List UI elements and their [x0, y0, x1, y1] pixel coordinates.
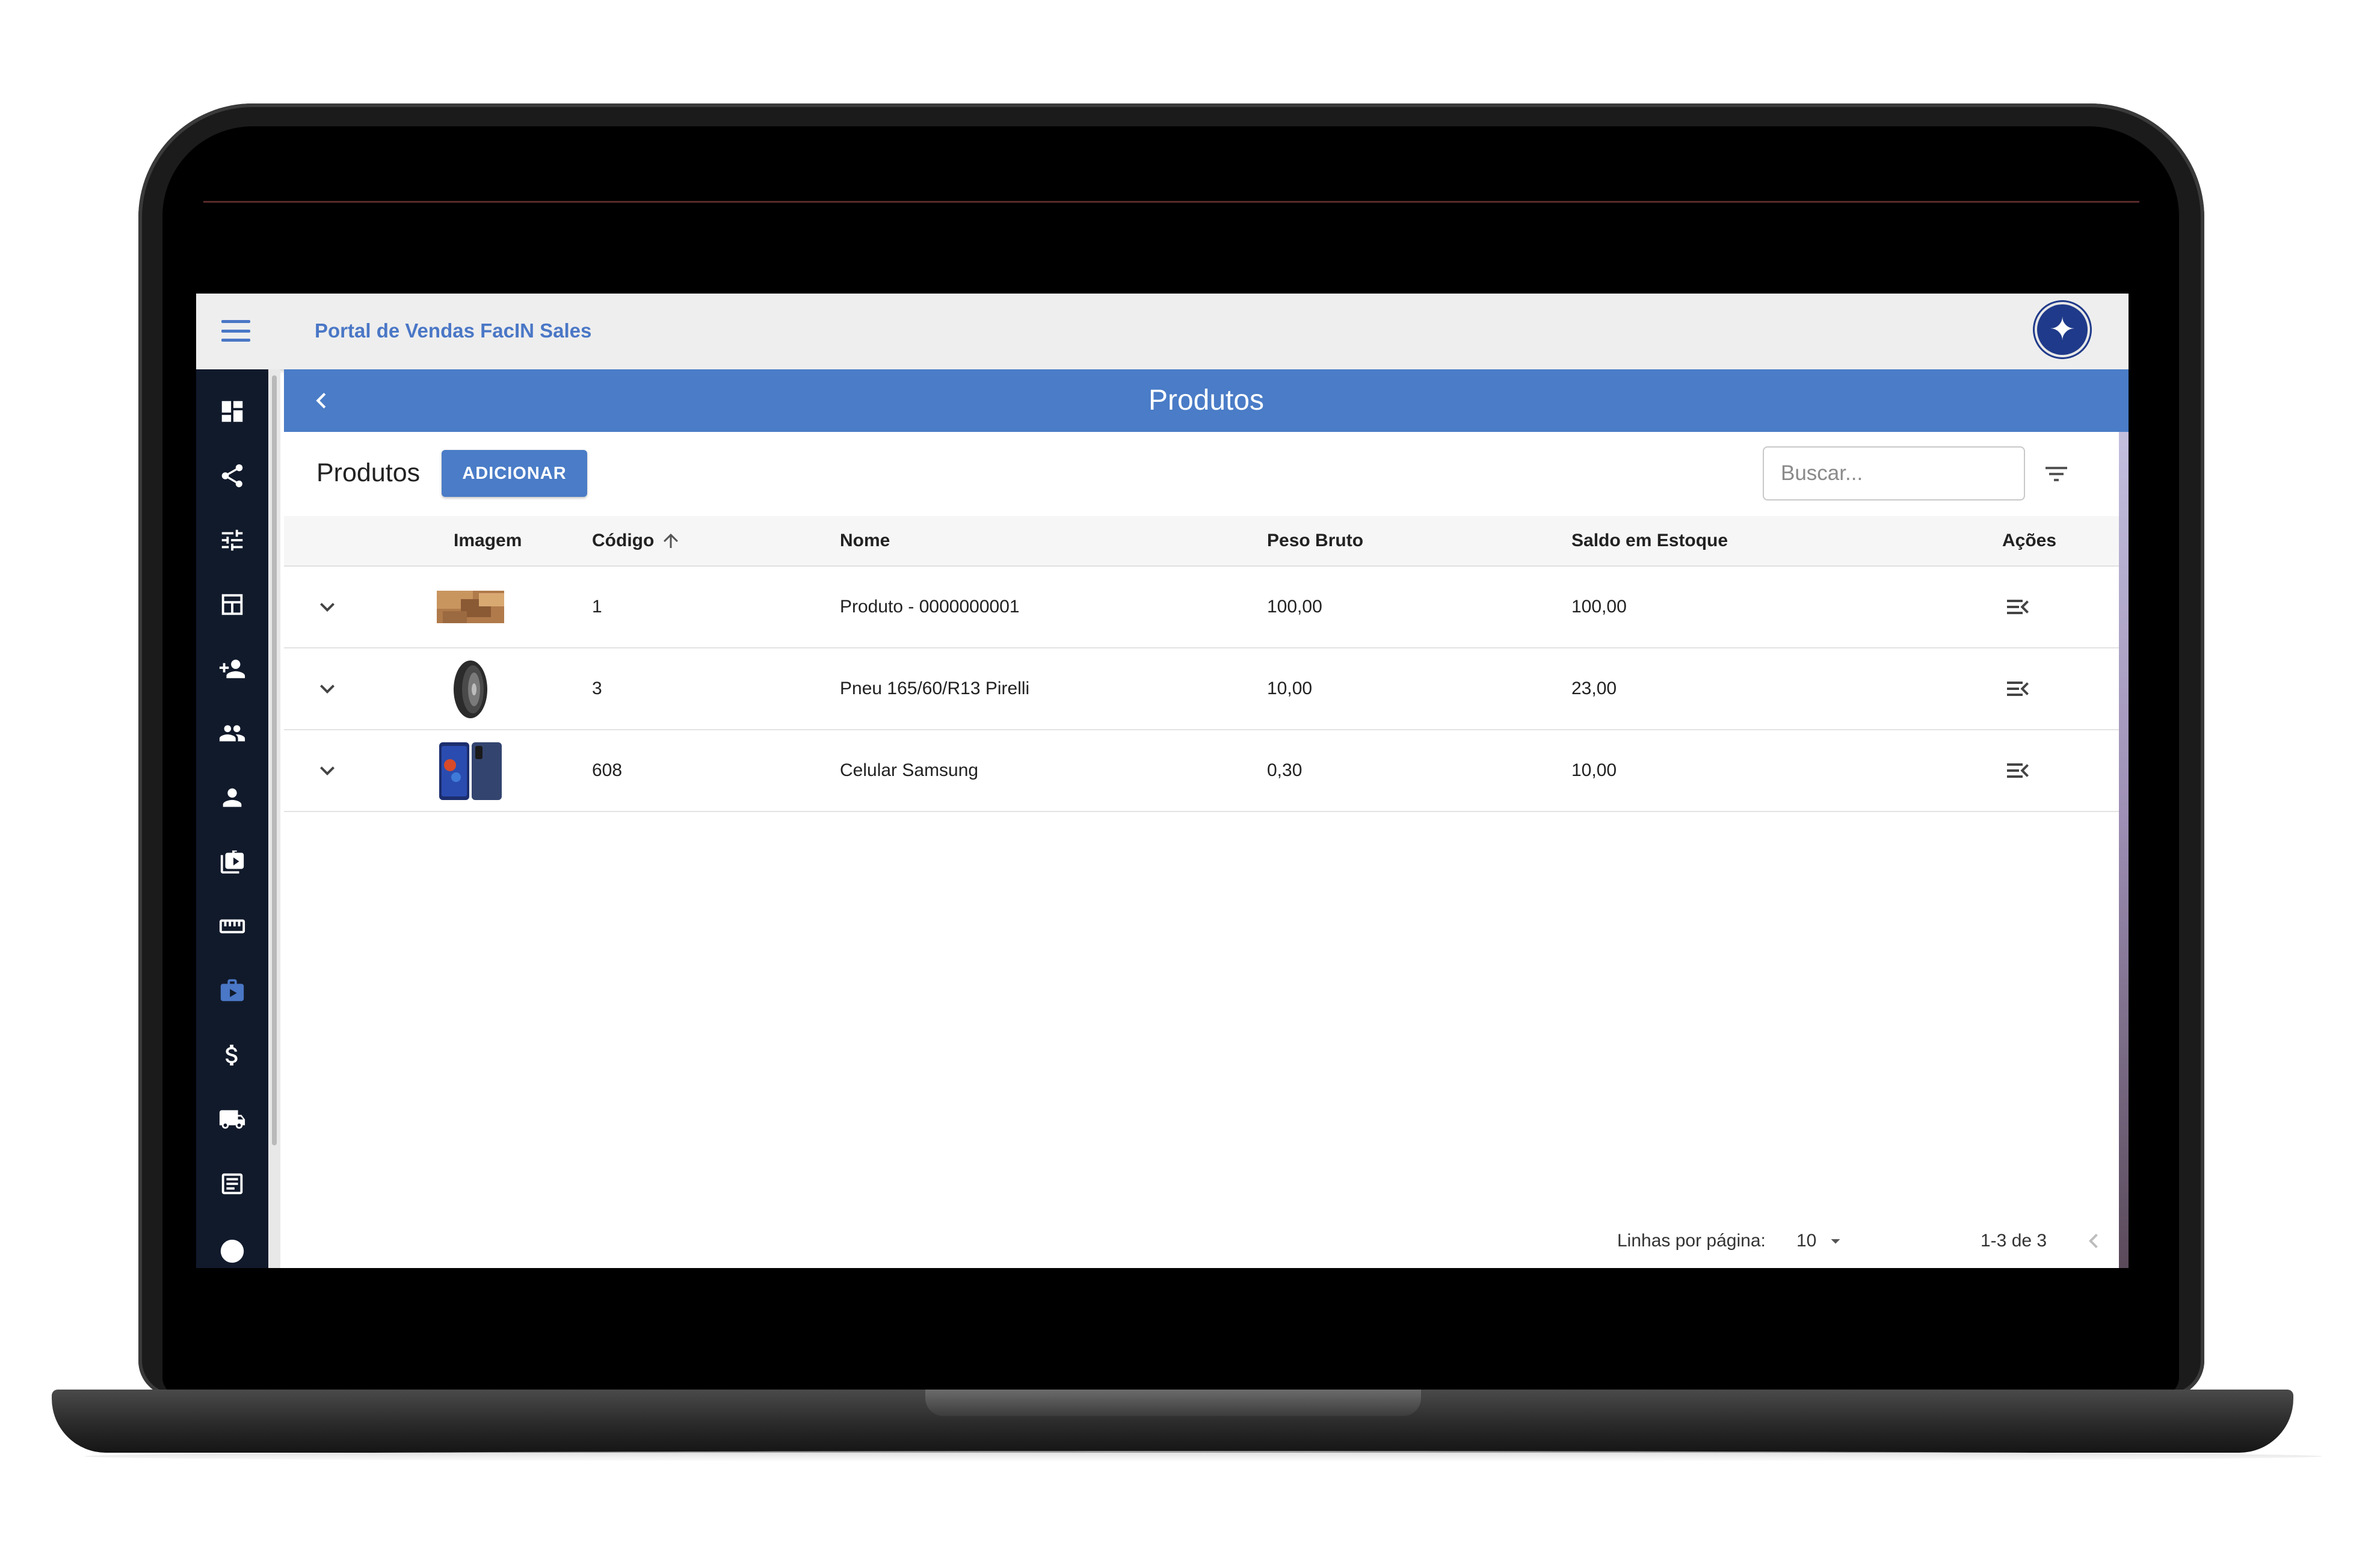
rows-per-page-label: Linhas por página:: [1617, 1231, 1766, 1251]
briefcase-play-icon[interactable]: [217, 975, 248, 1006]
cell-saldo: 10,00: [1571, 760, 1617, 780]
row-actions-icon[interactable]: [2003, 674, 2032, 703]
page-range: 1-3 de 3: [1981, 1231, 2047, 1251]
chevron-left-icon[interactable]: [2079, 1227, 2108, 1255]
dollar-icon[interactable]: [217, 1039, 248, 1071]
header-codigo-label: Código: [592, 531, 655, 550]
header-peso[interactable]: Peso Bruto: [1267, 516, 1363, 565]
page-title: Produtos: [1148, 384, 1265, 416]
people-icon[interactable]: [217, 718, 248, 749]
header-acoes: Ações: [2002, 531, 2057, 550]
briefcase-icon[interactable]: [217, 846, 248, 878]
row-actions-icon[interactable]: [2003, 756, 2032, 785]
header-imagem: Imagem: [454, 531, 522, 550]
caret-down-icon: [1831, 1239, 1840, 1244]
table-header: Imagem Código Nome Peso Bruto Saldo em E…: [284, 516, 2119, 567]
rows-per-page-value: 10: [1796, 1231, 1817, 1251]
cell-saldo: 23,00: [1571, 679, 1617, 698]
header-codigo[interactable]: Código: [592, 516, 682, 565]
phone-thumbnail: [439, 742, 502, 800]
app-title[interactable]: Portal de Vendas FacIN Sales: [315, 315, 591, 346]
bezel-line: [203, 201, 2139, 203]
tune-icon[interactable]: [217, 525, 248, 556]
person-icon[interactable]: [217, 782, 248, 813]
cell-nome: Celular Samsung: [840, 760, 979, 780]
cell-peso: 100,00: [1267, 597, 1322, 617]
products-table: Imagem Código Nome Peso Bruto Saldo em E…: [284, 516, 2119, 812]
add-button[interactable]: ADICIONAR: [442, 450, 587, 497]
chevron-down-icon[interactable]: [313, 674, 342, 703]
help-icon[interactable]: [217, 1236, 248, 1267]
row-actions-icon[interactable]: [2003, 593, 2032, 621]
ruler-icon[interactable]: [217, 911, 248, 942]
laptop-shadow: [84, 1451, 2322, 1462]
sidebar: [196, 369, 268, 1268]
person-add-icon[interactable]: [217, 653, 248, 685]
rows-per-page-select[interactable]: 10: [1796, 1220, 1846, 1262]
puzzle-logo-icon[interactable]: ✦: [2037, 304, 2088, 355]
tire-thumbnail: [454, 660, 487, 718]
chevron-down-icon[interactable]: [313, 756, 342, 785]
cell-codigo: 608: [592, 760, 623, 780]
chevron-down-icon[interactable]: [313, 593, 342, 621]
app-screen: Portal de Vendas FacIN Sales ✦ Produtos …: [196, 294, 2129, 1268]
sort-arrow-up-icon: [664, 534, 679, 548]
cell-peso: 0,30: [1267, 760, 1303, 780]
laptop-notch: [925, 1390, 1421, 1416]
truck-icon[interactable]: [217, 1104, 248, 1135]
sidebar-scrollbar[interactable]: [268, 369, 280, 1268]
search-input[interactable]: [1763, 446, 2025, 500]
page-header: Produtos: [284, 369, 2129, 432]
pagination: Linhas por página: 10 1-3 de 3: [284, 1220, 2119, 1262]
cell-codigo: 1: [592, 597, 602, 617]
table-icon[interactable]: [217, 589, 248, 620]
screen-edge: [2119, 369, 2129, 1268]
cell-saldo: 100,00: [1571, 597, 1627, 617]
dashboard-icon[interactable]: [217, 396, 248, 427]
cell-peso: 10,00: [1267, 679, 1313, 698]
header-nome[interactable]: Nome: [840, 516, 890, 565]
wood-box-thumbnail: [437, 591, 504, 623]
header-saldo[interactable]: Saldo em Estoque: [1571, 516, 1728, 565]
cell-nome: Pneu 165/60/R13 Pirelli: [840, 679, 1030, 698]
table-row[interactable]: 608 Celular Samsung 0,30 10,00: [284, 730, 2119, 812]
list-icon[interactable]: [217, 1168, 248, 1199]
menu-icon[interactable]: [221, 316, 250, 345]
table-row[interactable]: 3 Pneu 165/60/R13 Pirelli 10,00 23,00: [284, 648, 2119, 730]
cell-nome: Produto - 0000000001: [840, 597, 1020, 617]
cell-codigo: 3: [592, 679, 602, 698]
share-icon[interactable]: [217, 460, 248, 491]
filter-icon[interactable]: [2042, 460, 2071, 488]
table-row[interactable]: 1 Produto - 0000000001 100,00 100,00: [284, 567, 2119, 648]
top-app-bar: Portal de Vendas FacIN Sales ✦: [196, 294, 2129, 369]
section-title: Produtos: [316, 458, 421, 487]
chevron-left-icon[interactable]: [306, 385, 337, 416]
